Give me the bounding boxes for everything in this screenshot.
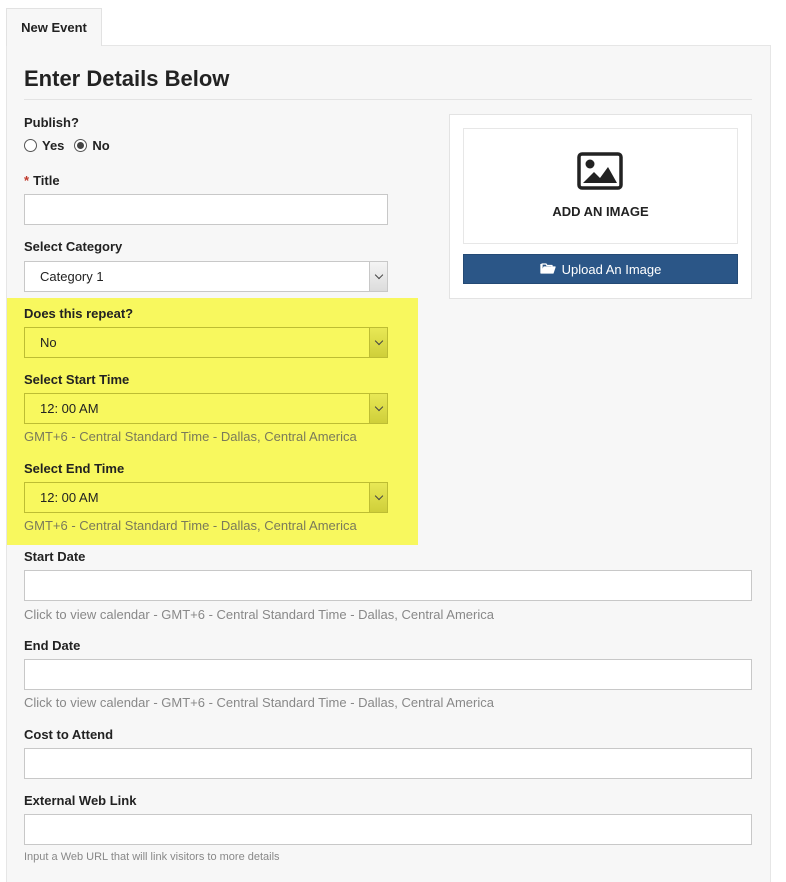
start-time-select-value: 12: 00 AM	[40, 401, 99, 416]
web-link-input[interactable]	[24, 814, 752, 845]
end-date-input[interactable]	[24, 659, 752, 690]
start-time-help: GMT+6 - Central Standard Time - Dallas, …	[24, 429, 357, 444]
folder-open-icon	[539, 262, 556, 277]
start-date-input[interactable]	[24, 570, 752, 601]
required-marker: *	[24, 173, 30, 188]
publish-yes-label[interactable]: Yes	[42, 138, 64, 153]
publish-yes-radio[interactable]	[24, 139, 37, 152]
end-time-select[interactable]: 12: 00 AM	[24, 482, 388, 513]
start-time-label: Select Start Time	[24, 372, 130, 387]
upload-button-label: Upload An Image	[561, 261, 662, 277]
chevron-down-icon[interactable]	[369, 262, 387, 291]
image-icon	[577, 152, 623, 195]
end-time-label: Select End Time	[24, 461, 125, 476]
chevron-down-icon[interactable]	[369, 394, 387, 423]
publish-label: Publish?	[24, 115, 79, 130]
web-link-help: Input a Web URL that will link visitors …	[24, 851, 280, 863]
category-select-value: Category 1	[40, 269, 104, 284]
heading-divider	[24, 99, 752, 100]
category-label: Select Category	[24, 239, 123, 254]
add-image-label[interactable]: ADD AN IMAGE	[463, 204, 738, 219]
end-time-select-value: 12: 00 AM	[40, 490, 99, 505]
tab-new-event[interactable]: New Event	[6, 8, 102, 46]
cost-input[interactable]	[24, 748, 752, 779]
upload-image-button[interactable]: Upload An Image	[463, 254, 738, 284]
repeat-label: Does this repeat?	[24, 306, 134, 321]
start-date-label: Start Date	[24, 549, 86, 564]
cost-label: Cost to Attend	[24, 727, 114, 742]
title-input[interactable]	[24, 194, 388, 225]
publish-radio-group: Yes No	[24, 138, 120, 153]
start-time-select[interactable]: 12: 00 AM	[24, 393, 388, 424]
end-time-help: GMT+6 - Central Standard Time - Dallas, …	[24, 518, 357, 533]
category-select[interactable]: Category 1	[24, 261, 388, 292]
repeat-select-value: No	[40, 335, 57, 350]
page-title: Enter Details Below	[24, 66, 230, 91]
start-date-help: Click to view calendar - GMT+6 - Central…	[24, 607, 494, 622]
publish-no-label[interactable]: No	[92, 138, 109, 153]
tab-label: New Event	[21, 20, 87, 35]
end-date-label: End Date	[24, 638, 81, 653]
chevron-down-icon[interactable]	[369, 483, 387, 512]
title-label-text: Title	[33, 173, 60, 188]
publish-no-radio[interactable]	[74, 139, 88, 152]
chevron-down-icon[interactable]	[369, 328, 387, 357]
web-link-label: External Web Link	[24, 793, 137, 808]
title-label: * Title	[24, 173, 60, 188]
end-date-help: Click to view calendar - GMT+6 - Central…	[24, 695, 494, 710]
repeat-select[interactable]: No	[24, 327, 388, 358]
